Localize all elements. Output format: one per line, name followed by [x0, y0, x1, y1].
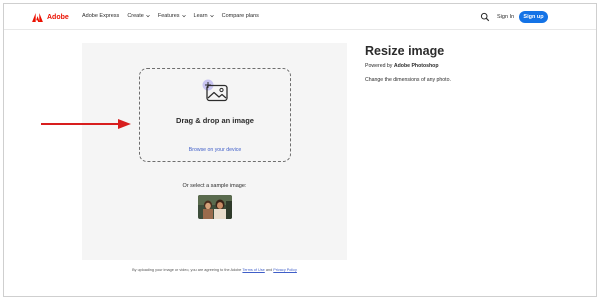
- terms-text: By uploading your image or video, you ar…: [132, 268, 242, 272]
- terms-notice: By uploading your image or video, you ar…: [82, 268, 347, 272]
- nav-label: Features: [157, 13, 180, 19]
- nav-adobe-express[interactable]: Adobe Express: [82, 13, 119, 19]
- browser-page: Adobe Adobe Express Create Features Lear…: [3, 3, 597, 297]
- nav-label: Create: [127, 13, 144, 19]
- terms-of-use-link[interactable]: Terms of Use: [242, 268, 264, 272]
- nav-create[interactable]: Create: [127, 13, 150, 19]
- browse-device-link[interactable]: Browse on your device: [140, 147, 290, 153]
- adobe-logo-icon: [32, 12, 43, 22]
- nav-learn[interactable]: Learn: [194, 13, 214, 19]
- privacy-policy-link[interactable]: Privacy Policy: [273, 268, 297, 272]
- chevron-down-icon: [209, 14, 214, 18]
- page-title: Resize image: [365, 44, 445, 58]
- sample-photo-thumbnail[interactable]: [198, 195, 232, 219]
- adobe-logo[interactable]: Adobe: [32, 12, 69, 22]
- chevron-down-icon: [181, 14, 186, 18]
- nav-label: Learn: [193, 13, 208, 19]
- terms-and-text: and: [265, 268, 273, 272]
- add-image-icon: [202, 79, 228, 102]
- image-dropzone[interactable]: Drag & drop an image Browse on your devi…: [139, 68, 291, 162]
- powered-by-prefix: Powered by: [365, 63, 393, 69]
- nav-features[interactable]: Features: [158, 13, 186, 19]
- brand-name: Adobe: [47, 13, 69, 21]
- nav-label: Compare plans: [221, 13, 259, 19]
- dropzone-title: Drag & drop an image: [176, 116, 254, 125]
- chevron-down-icon: [146, 14, 150, 18]
- sample-image-label: Or select a sample image:: [182, 183, 247, 189]
- powered-by-product: Adobe Photoshop: [393, 63, 439, 69]
- main-nav: Adobe Express Create Features Learn Comp…: [82, 13, 259, 19]
- upload-panel: Drag & drop an image Browse on your devi…: [82, 43, 347, 260]
- annotation-arrow: [41, 119, 131, 129]
- search-icon[interactable]: [480, 12, 490, 22]
- top-nav-bar: Adobe Adobe Express Create Features Lear…: [4, 4, 596, 30]
- sign-in-link[interactable]: Sign In: [497, 14, 514, 20]
- nav-label: Adobe Express: [82, 13, 120, 19]
- page-description: Change the dimensions of any photo.: [365, 77, 451, 83]
- sign-up-button[interactable]: Sign up: [519, 11, 548, 23]
- nav-compare-plans[interactable]: Compare plans: [222, 13, 259, 19]
- powered-by: Powered by Adobe Photoshop: [365, 63, 439, 69]
